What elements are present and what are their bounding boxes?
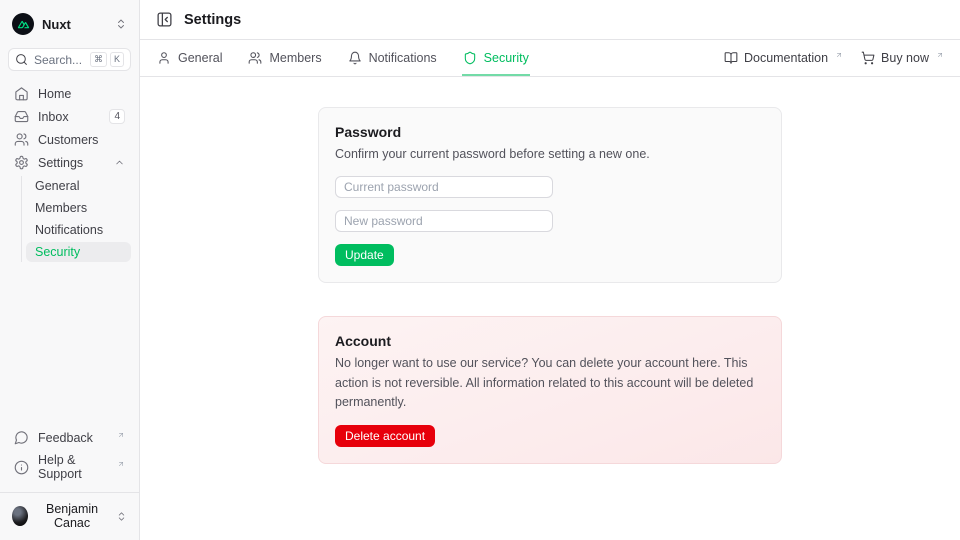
documentation-link[interactable]: Documentation (724, 40, 843, 76)
external-link-icon (936, 51, 944, 59)
sidebar: Nuxt Search... ⌘ K Home Inbox 4 (0, 0, 140, 540)
sidebar-subitem-general[interactable]: General (26, 176, 131, 196)
account-card-description: No longer want to use our service? You c… (335, 354, 765, 412)
book-open-icon (724, 51, 738, 65)
kbd-k: K (110, 52, 124, 67)
sidebar-item-settings[interactable]: Settings (8, 152, 131, 173)
external-link-icon (117, 460, 125, 468)
settings-security-content: Password Confirm your current password b… (140, 77, 960, 540)
buy-now-link[interactable]: Buy now (861, 40, 944, 76)
users-icon (248, 51, 262, 65)
info-icon (14, 460, 29, 475)
chevron-up-icon (114, 157, 125, 168)
password-card-title: Password (335, 124, 765, 140)
feedback-link[interactable]: Feedback (8, 427, 131, 448)
account-card-title: Account (335, 333, 765, 349)
sidebar-subitem-notifications[interactable]: Notifications (26, 220, 131, 240)
sidebar-footer: Feedback Help & Support Benjamin Canac (0, 427, 139, 532)
workspace-name: Nuxt (42, 17, 71, 32)
sidebar-subitem-security[interactable]: Security (26, 242, 131, 262)
settings-subnav: General Members Notifications Security (21, 176, 131, 262)
sidebar-subitem-members[interactable]: Members (26, 198, 131, 218)
user-icon (157, 51, 171, 65)
current-password-field[interactable] (335, 176, 553, 198)
bell-icon (348, 51, 362, 65)
gear-icon (14, 155, 29, 170)
settings-tabbar: General Members Notifications Security (140, 40, 960, 77)
user-name: Benjamin Canac (35, 502, 109, 530)
chevrons-up-down-icon (116, 511, 127, 522)
page-title: Settings (184, 12, 241, 28)
kbd-meta: ⌘ (90, 52, 107, 67)
tab-members[interactable]: Members (247, 40, 322, 76)
update-password-button[interactable]: Update (335, 244, 394, 266)
app-window: Nuxt Search... ⌘ K Home Inbox 4 (0, 0, 960, 540)
tab-general[interactable]: General (156, 40, 223, 76)
nuxt-logo-icon (12, 13, 34, 35)
main-panel: Settings General Members Notifications (140, 0, 960, 540)
avatar (12, 506, 28, 526)
delete-account-button[interactable]: Delete account (335, 425, 435, 447)
cart-icon (861, 51, 875, 65)
password-card: Password Confirm your current password b… (318, 107, 782, 283)
tabbar-links: Documentation Buy now (724, 40, 944, 76)
tabs: General Members Notifications Security (156, 40, 530, 76)
external-link-icon (835, 51, 843, 59)
sidebar-collapse-button[interactable] (156, 11, 173, 28)
password-card-description: Confirm your current password before set… (335, 145, 765, 164)
page-header: Settings (140, 0, 960, 40)
sidebar-nav: Home Inbox 4 Customers Settings General … (0, 83, 139, 264)
search-icon (15, 53, 28, 66)
search-placeholder: Search... (34, 53, 82, 67)
new-password-field[interactable] (335, 210, 553, 232)
users-icon (14, 132, 29, 147)
search-shortcut: ⌘ K (90, 52, 124, 67)
external-link-icon (117, 431, 125, 439)
panel-left-close-icon (156, 11, 173, 28)
shield-icon (463, 51, 477, 65)
message-circle-icon (14, 430, 29, 445)
sidebar-item-inbox[interactable]: Inbox 4 (8, 106, 131, 127)
sidebar-item-home[interactable]: Home (8, 83, 131, 104)
help-support-link[interactable]: Help & Support (8, 450, 131, 484)
tab-notifications[interactable]: Notifications (347, 40, 438, 76)
inbox-count-badge: 4 (109, 109, 125, 124)
sidebar-item-customers[interactable]: Customers (8, 129, 131, 150)
tab-security[interactable]: Security (462, 40, 530, 76)
chevrons-up-down-icon (115, 18, 127, 30)
account-card: Account No longer want to use our servic… (318, 316, 782, 463)
inbox-icon (14, 109, 29, 124)
search-input[interactable]: Search... ⌘ K (8, 48, 131, 71)
user-menu[interactable]: Benjamin Canac (0, 492, 139, 532)
home-icon (14, 86, 29, 101)
workspace-picker[interactable]: Nuxt (8, 10, 131, 38)
